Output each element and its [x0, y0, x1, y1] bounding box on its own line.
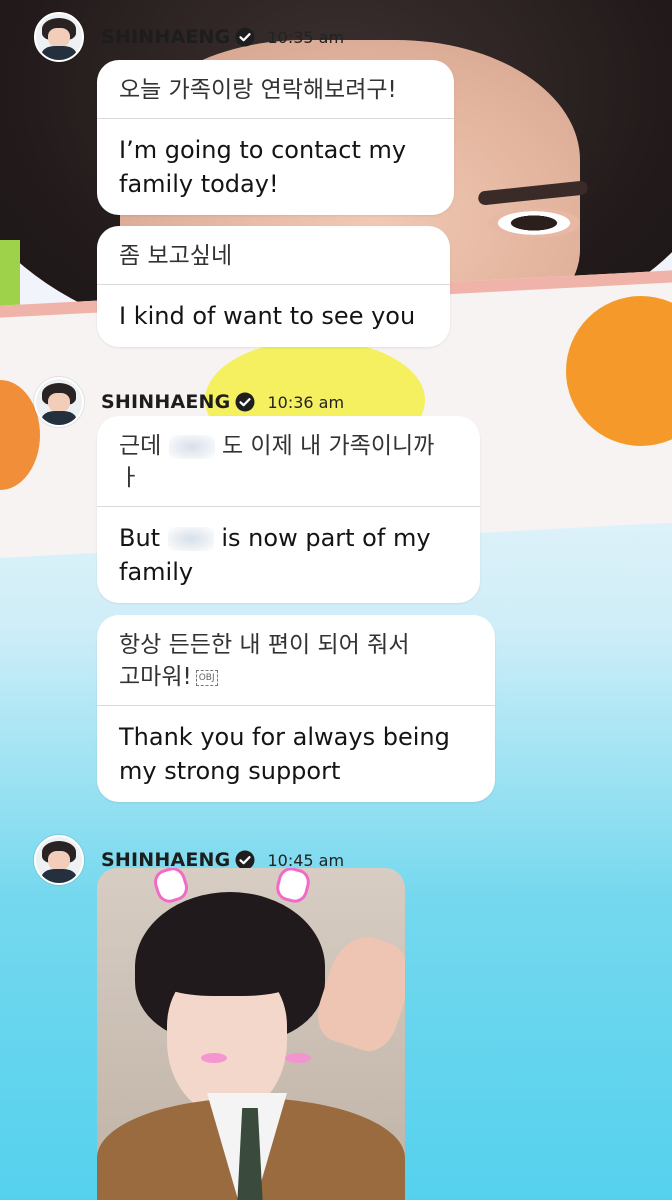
author-name[interactable]: SHINHAENG: [101, 26, 230, 48]
verified-badge-icon: [235, 27, 255, 47]
redacted-name: [168, 434, 215, 459]
message-bubble[interactable]: 근데 도 이제 내 가족이니까 ㅏ But is now part of my …: [97, 416, 480, 603]
english-translation: I’m going to contact my family today!: [119, 136, 407, 198]
korean-text: 오늘 가족이랑 연락해보려구!: [119, 77, 397, 103]
avatar[interactable]: [34, 12, 84, 62]
korean-text: 좀 보고싶네: [119, 243, 233, 269]
peace-sign-hand: [309, 928, 405, 1058]
post-header: SHINHAENG 10:35 am: [34, 12, 344, 62]
verified-badge-icon: [235, 850, 255, 870]
message-bubble[interactable]: 오늘 가족이랑 연락해보려구! I’m going to contact my …: [97, 60, 454, 215]
post-time: 10:36 am: [267, 392, 345, 412]
avatar[interactable]: [34, 377, 84, 427]
author-name[interactable]: SHINHAENG: [101, 391, 230, 413]
english-translation: I kind of want to see you: [119, 302, 416, 330]
korean-text: 항상 든든한 내 편이 되어 줘서 고마워! OBJ: [119, 632, 410, 690]
bunny-ear-sticker: [273, 868, 313, 906]
message-bubble[interactable]: 항상 든든한 내 편이 되어 줘서 고마워! OBJ Thank you for …: [97, 615, 495, 802]
redacted-name: [167, 527, 214, 551]
english-translation: But is now part of my family: [119, 524, 431, 586]
post-time: 10:35 am: [267, 27, 345, 47]
verified-badge-icon: [235, 392, 255, 412]
obj-placeholder: OBJ: [195, 669, 218, 686]
korean-text: 근데 도 이제 내 가족이니까 ㅏ: [119, 433, 435, 491]
post-time: 10:45 am: [267, 850, 345, 870]
selfie-photo[interactable]: [97, 868, 405, 1200]
english-translation: Thank you for always being my strong sup…: [119, 723, 450, 785]
message-bubble[interactable]: 좀 보고싶네 I kind of want to see you: [97, 226, 450, 347]
avatar[interactable]: [34, 835, 84, 885]
